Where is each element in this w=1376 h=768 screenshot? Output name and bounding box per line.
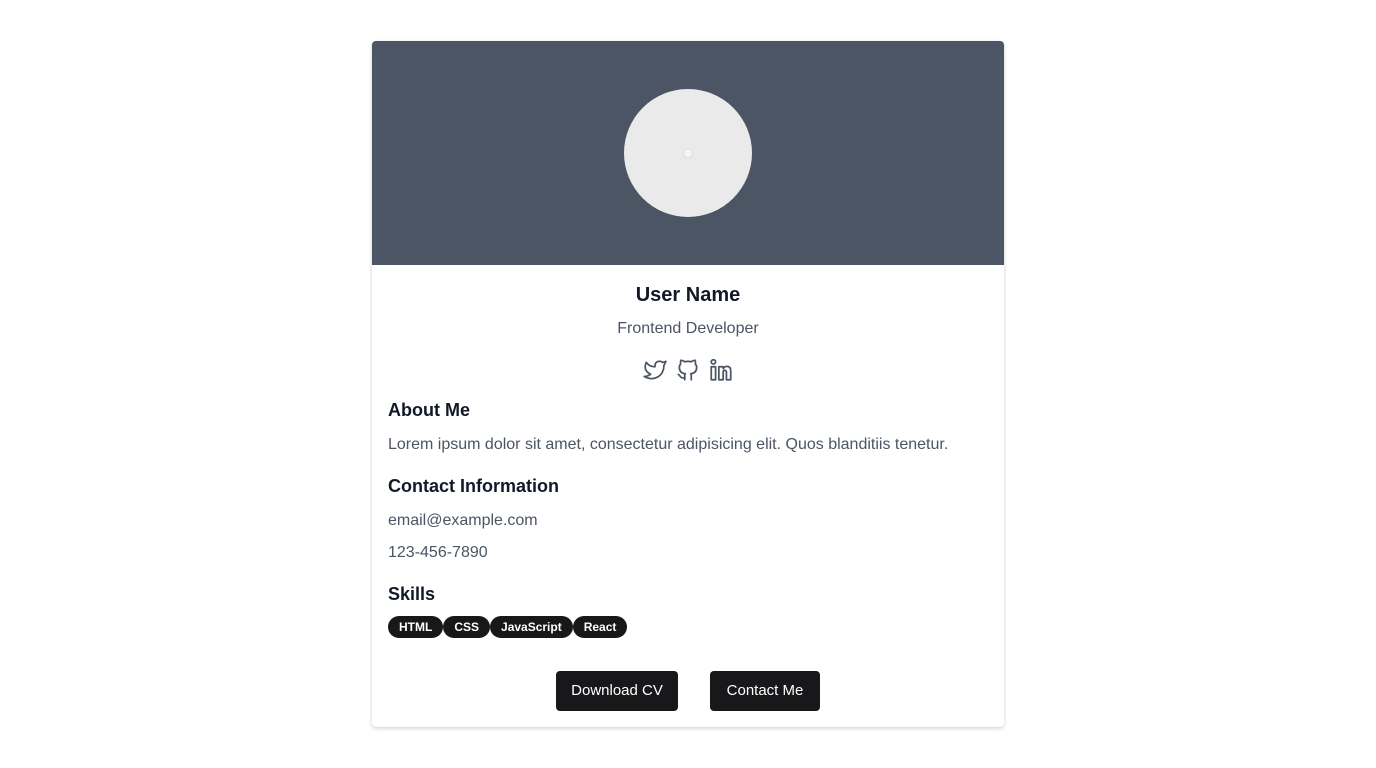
contact-phone: 123-456-7890 [388,544,488,561]
skill-badge: CSS [443,616,491,638]
contact-me-button[interactable]: Contact Me [710,671,820,711]
skill-badge: React [572,616,628,638]
user-role: Frontend Developer [617,320,759,337]
skills-heading: Skills [388,584,436,604]
social-links [642,357,734,383]
skill-badge: HTML [388,616,444,638]
github-icon[interactable] [675,357,701,383]
about-text: Lorem ipsum dolor sit amet, consectetur … [388,436,949,453]
linkedin-icon[interactable] [708,357,734,383]
avatar-placeholder-icon [683,148,693,158]
contact-heading: Contact Information [388,476,559,496]
about-heading: About Me [388,400,470,420]
skill-badge: JavaScript [490,616,573,638]
user-name: User Name [635,284,741,306]
contact-email: email@example.com [388,512,538,529]
download-cv-button[interactable]: Download CV [556,671,678,711]
profile-banner [372,41,1004,265]
profile-card: User Name Frontend Developer About Me Lo… [372,41,1004,727]
skills-list: HTML CSS JavaScript React [388,616,628,638]
twitter-icon[interactable] [642,357,668,383]
avatar [624,89,752,217]
